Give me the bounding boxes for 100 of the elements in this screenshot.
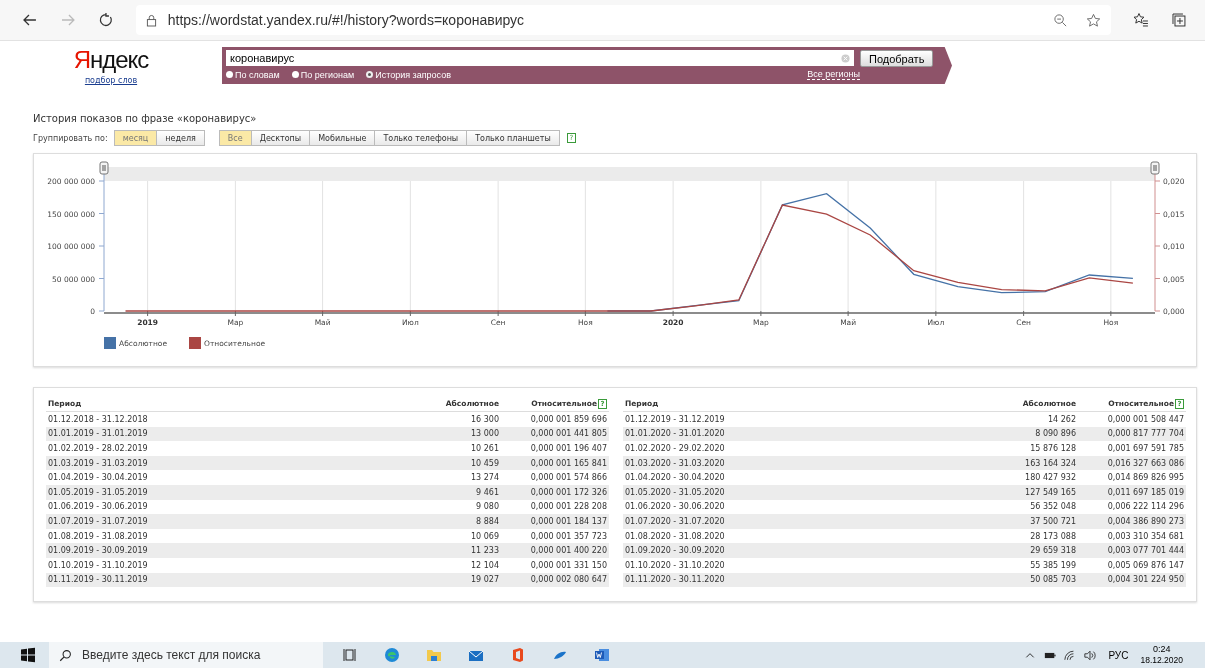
logo[interactable]: Яндекс (73, 47, 149, 73)
table-cell: 01.03.2019 - 31.03.2019 (46, 455, 397, 471)
table-cell: 13 274 (397, 470, 501, 485)
table-cell: 0,014 869 826 995 (1078, 470, 1186, 485)
table-cell: 50 085 703 (974, 572, 1078, 588)
table-cell: 56 352 048 (974, 499, 1078, 515)
table-cell: 13 000 (397, 426, 501, 442)
period-tab[interactable]: месяц (113, 130, 158, 146)
table-cell: 10 069 (397, 528, 501, 544)
task-view-icon[interactable] (342, 647, 358, 663)
table-cell: 19 027 (397, 572, 501, 588)
table-cell: 0,016 327 663 086 (1078, 455, 1186, 471)
table-cell: 01.05.2019 - 31.05.2019 (46, 484, 397, 500)
table-cell: 01.06.2020 - 30.06.2020 (623, 499, 974, 515)
table-cell: 8 884 (397, 514, 501, 529)
legend-swatch[interactable] (104, 337, 116, 349)
table-cell: 0,005 069 876 147 (1078, 557, 1186, 573)
table-cell: 163 164 324 (974, 455, 1078, 471)
language-indicator[interactable]: РУС (1108, 649, 1129, 661)
table-cell: 01.12.2019 - 31.12.2019 (623, 411, 974, 427)
table-cell: 16 300 (397, 411, 501, 427)
table-cell: 01.06.2019 - 30.06.2019 (46, 499, 397, 515)
table-cell: 01.11.2019 - 30.11.2019 (46, 572, 397, 588)
zoom-out-icon[interactable] (1053, 12, 1069, 28)
table-cell: 0,000 001 196 407 (501, 441, 609, 456)
table-cell: 28 173 088 (974, 528, 1078, 544)
table-cell: 01.07.2019 - 31.07.2019 (46, 514, 397, 529)
legend-swatch[interactable] (189, 337, 202, 349)
table-cell: 0,001 697 591 785 (1078, 441, 1186, 456)
table-cell: 29 659 318 (974, 543, 1078, 558)
table-cell: 37 500 721 (974, 514, 1078, 529)
table-cell: 0,011 697 185 019 (1078, 484, 1186, 500)
mode-radio[interactable]: История запросов (366, 69, 451, 80)
table-cell: 0,000 001 400 220 (501, 543, 609, 558)
table-cell: 0,000 817 777 704 (1078, 426, 1186, 442)
table-cell: 0,000 001 508 447 (1078, 411, 1186, 427)
table-cell: 01.02.2020 - 29.02.2020 (623, 441, 974, 456)
group-label: Группировать по: (33, 133, 108, 143)
folder-icon[interactable] (426, 647, 442, 663)
table-cell: 0,000 001 574 866 (501, 470, 609, 485)
refresh-icon[interactable] (97, 12, 114, 28)
browser-icon[interactable] (384, 647, 400, 663)
device-tab[interactable]: Все (218, 130, 252, 146)
search-field[interactable]: коронавирус (226, 50, 854, 66)
slider-handle[interactable] (1150, 161, 1160, 175)
table-cell: 127 549 165 (974, 484, 1078, 500)
table-cell: 01.01.2019 - 31.01.2019 (46, 426, 397, 442)
table-cell: 14 262 (974, 411, 1078, 427)
mode-radio[interactable]: По словам (226, 69, 280, 80)
period-tab[interactable]: неделя (156, 130, 205, 146)
table-cell: 0,000 002 080 647 (501, 572, 609, 588)
table-cell: 10 459 (397, 455, 501, 471)
slider-handle[interactable] (99, 161, 109, 175)
device-tab[interactable]: Только телефоны (374, 130, 468, 146)
table-cell: 0,000 001 859 696 (501, 411, 609, 427)
device-tab[interactable]: Только планшеты (466, 130, 560, 146)
taskbar-search-field[interactable]: Введите здесь текст для поиска (49, 642, 323, 668)
table-cell: 9 080 (397, 499, 501, 515)
table-cell: 01.01.2020 - 31.01.2020 (623, 426, 974, 442)
table-cell: 01.11.2020 - 30.11.2020 (623, 572, 974, 588)
table-cell: 01.05.2020 - 31.05.2020 (623, 484, 974, 500)
table-cell: 12 104 (397, 557, 501, 573)
collections-icon[interactable] (1171, 12, 1187, 28)
device-tab[interactable]: Десктопы (250, 130, 311, 146)
device-tab[interactable]: Мобильные (309, 130, 376, 146)
logo-link[interactable]: подбор слов (84, 76, 138, 85)
table-cell: 01.04.2019 - 30.04.2019 (46, 470, 397, 485)
table-cell: 0,000 001 165 841 (501, 455, 609, 471)
table-cell: 10 261 (397, 441, 501, 456)
table-cell: 01.10.2020 - 31.10.2020 (623, 557, 974, 573)
favorites-icon[interactable] (1133, 12, 1150, 28)
search-button[interactable]: Подобрать (860, 50, 934, 67)
regions-link[interactable]: Все регионы (807, 69, 860, 80)
table-cell: 0,000 001 441 805 (501, 426, 609, 442)
word-icon[interactable] (594, 647, 610, 663)
clock-date[interactable]: 18.12.2020 (1140, 655, 1183, 666)
table-cell: 0,004 301 224 950 (1078, 572, 1186, 588)
mode-radio[interactable]: По регионам (291, 69, 355, 80)
volume-icon[interactable] (1084, 649, 1097, 661)
office-icon[interactable] (510, 647, 526, 663)
table-cell: 9 461 (397, 484, 501, 500)
back-icon[interactable] (22, 12, 38, 28)
address-bar[interactable]: https://wordstat.yandex.ru/#!/history?words=коронавирус (135, 5, 1112, 35)
table-cell: 01.08.2019 - 31.08.2019 (46, 528, 397, 544)
table-cell: 0,006 222 114 296 (1078, 499, 1186, 515)
clock-time[interactable]: 0:24 (1152, 644, 1171, 655)
table-cell: 55 385 199 (974, 557, 1078, 573)
star-icon[interactable] (1086, 12, 1102, 28)
table-cell: 01.12.2018 - 31.12.2018 (46, 411, 397, 427)
table-cell: 01.10.2019 - 31.10.2019 (46, 557, 397, 573)
table-cell: 11 233 (397, 543, 501, 558)
table-cell: 01.09.2020 - 30.09.2020 (623, 543, 974, 558)
page-title: История показов по фразе «коронавирус» (33, 113, 258, 124)
table-cell: 0,004 386 890 273 (1078, 514, 1186, 529)
table-cell: 15 876 128 (974, 441, 1078, 456)
table-cell: 01.02.2019 - 28.02.2019 (46, 441, 397, 456)
table-cell: 01.08.2020 - 31.08.2020 (623, 528, 974, 544)
table-cell: 01.03.2020 - 31.03.2020 (623, 455, 974, 471)
table-cell: 180 427 932 (974, 470, 1078, 485)
windows-start-icon[interactable] (20, 647, 36, 663)
